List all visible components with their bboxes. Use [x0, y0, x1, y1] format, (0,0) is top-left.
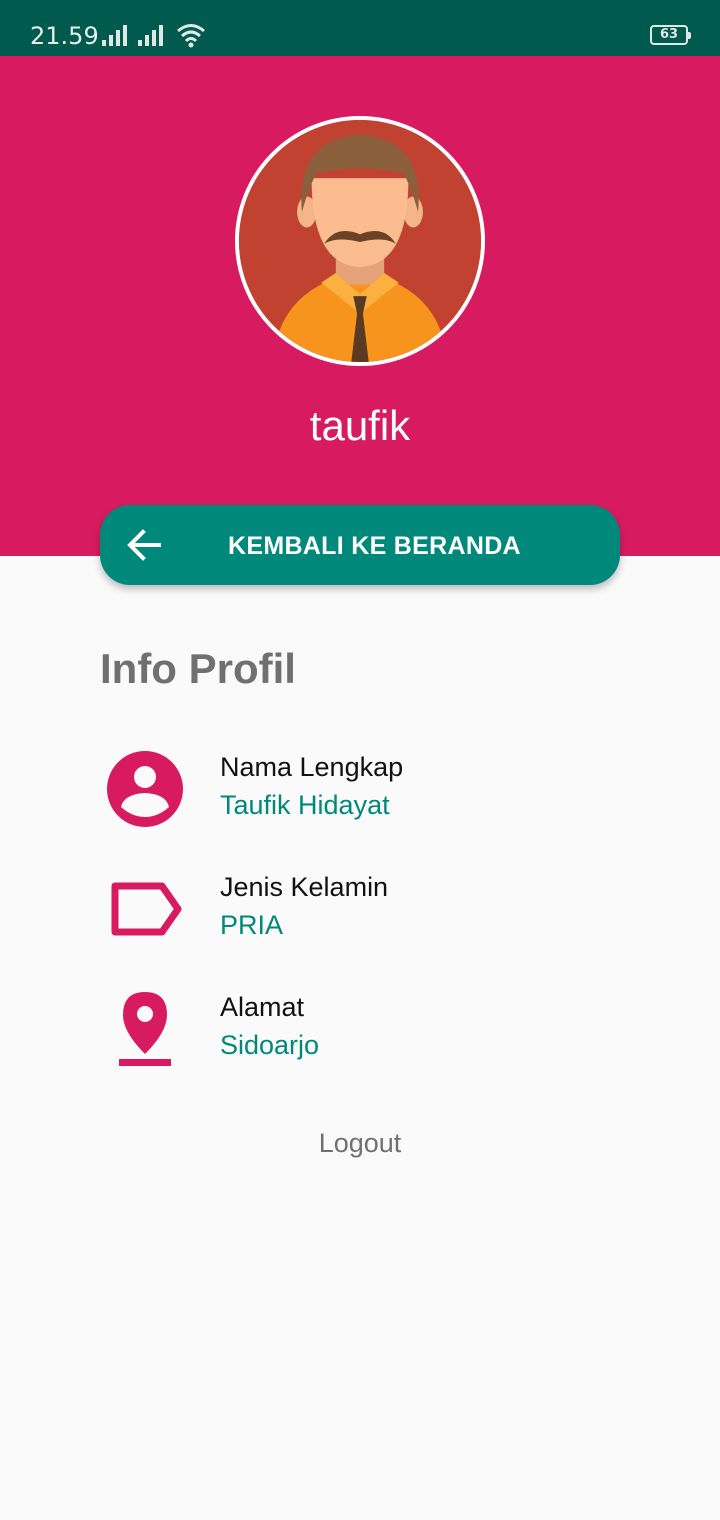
signal-icon: [102, 25, 127, 46]
info-value: Sidoarjo: [220, 1030, 320, 1060]
status-bar: 21.59 63: [0, 0, 720, 56]
back-to-home-button[interactable]: KEMBALI KE BERANDA: [100, 505, 620, 585]
battery-icon: 63: [650, 25, 691, 45]
location-pin-icon: [119, 992, 171, 1066]
info-row-gender: Jenis Kelamin PRIA: [100, 870, 620, 960]
status-time: 21.59: [30, 22, 99, 50]
section-title: Info Profil: [100, 645, 296, 692]
logout-button[interactable]: Logout: [0, 1128, 720, 1159]
person-icon: [107, 751, 183, 827]
info-label: Alamat: [220, 992, 305, 1022]
avatar: [235, 116, 485, 366]
profile-header: taufik: [0, 56, 720, 556]
username: taufik: [309, 402, 411, 449]
info-label: Nama Lengkap: [220, 752, 404, 782]
back-button-label: KEMBALI KE BERANDA: [228, 532, 521, 560]
info-value: Taufik Hidayat: [220, 790, 390, 820]
info-row-full-name: Nama Lengkap Taufik Hidayat: [100, 750, 620, 840]
tag-icon: [111, 882, 182, 936]
info-label: Jenis Kelamin: [220, 872, 389, 902]
signal-icon-2: [138, 25, 163, 46]
info-value: PRIA: [220, 910, 284, 940]
wifi-icon: [177, 24, 205, 48]
arrow-left-icon: [127, 529, 161, 561]
avatar-illustration: [239, 120, 481, 362]
info-row-address: Alamat Sidoarjo: [100, 990, 620, 1080]
